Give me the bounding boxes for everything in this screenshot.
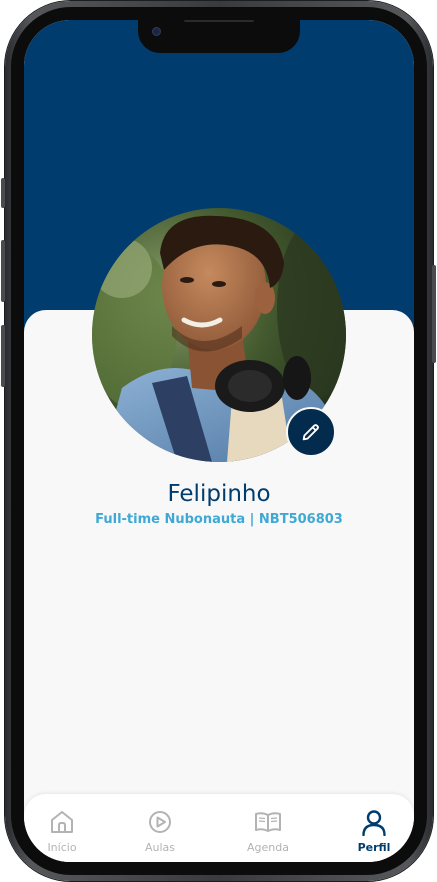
open-book-icon (255, 812, 281, 832)
pencil-icon (302, 424, 319, 441)
home-icon (51, 811, 73, 833)
user-icon (362, 810, 386, 836)
side-button-volume-up (1, 240, 5, 302)
tab-label-inicio: Início (47, 841, 77, 854)
bottom-tab-bar: Início Aulas Agenda Perfil (24, 794, 414, 862)
tab-label-perfil: Perfil (357, 841, 391, 854)
profile-name: Felipinho (167, 481, 271, 507)
camera-notch (138, 20, 300, 53)
edit-avatar-button[interactable] (286, 407, 336, 457)
profile-subtitle: Full-time Nubonauta | NBT506803 (95, 512, 343, 527)
app-screen: Felipinho Full-time Nubonauta | NBT50680… (24, 20, 414, 862)
tab-label-aulas: Aulas (144, 841, 176, 854)
tab-agenda[interactable]: Agenda (230, 794, 306, 860)
side-button-power (432, 265, 436, 363)
front-camera (152, 27, 161, 36)
side-button-mute (1, 178, 5, 208)
tab-inicio[interactable]: Início (24, 794, 100, 860)
earpiece-speaker (184, 20, 254, 22)
play-circle-icon (149, 811, 171, 833)
side-button-volume-down (1, 325, 5, 387)
tab-perfil[interactable]: Perfil (336, 794, 412, 860)
tab-aulas[interactable]: Aulas (122, 794, 198, 860)
tab-label-agenda: Agenda (247, 841, 289, 854)
